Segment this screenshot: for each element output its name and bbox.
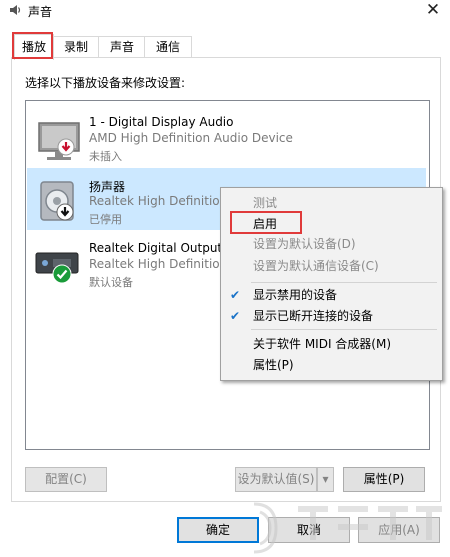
apply-button[interactable]: 应用(A) <box>358 517 440 543</box>
checkmark-icon: ✔ <box>230 288 241 302</box>
device-status: 未插入 <box>89 150 122 163</box>
menu-item-label: 测试 <box>253 196 278 210</box>
chevron-down-icon: ▾ <box>322 472 329 486</box>
menu-separator <box>251 282 437 283</box>
device-name: 扬声器 <box>89 180 126 194</box>
enable-highlight-box <box>230 211 302 234</box>
checkmark-icon: ✔ <box>230 309 241 323</box>
set-default-dropdown-button[interactable]: ▾ <box>317 467 334 492</box>
tab-communications[interactable]: 通信 <box>144 36 192 58</box>
menu-item-set-default-device[interactable]: 设置为默认设备(D) <box>221 234 442 254</box>
title-bar: 声音 ✕ <box>0 0 450 22</box>
menu-item-label: 属性(P) <box>253 358 294 372</box>
device-status: 默认设备 <box>89 276 133 289</box>
menu-item-show-disabled[interactable]: ✔ 显示禁用的设备 <box>221 285 442 305</box>
instruction-text: 选择以下播放设备来修改设置: <box>25 76 186 90</box>
menu-item-label: 设置为默认通信设备(C) <box>253 259 379 273</box>
disabled-badge-icon <box>56 203 74 221</box>
unplugged-badge-icon <box>57 138 75 156</box>
menu-item-label: 显示已断开连接的设备 <box>253 309 374 323</box>
tab-playback[interactable]: 播放 <box>14 34 54 60</box>
properties-button[interactable]: 属性(P) <box>343 467 425 492</box>
menu-item-set-default-comm-device[interactable]: 设置为默认通信设备(C) <box>221 256 442 276</box>
speaker-app-icon <box>10 5 21 15</box>
tab-recording[interactable]: 录制 <box>52 36 100 58</box>
ok-button[interactable]: 确定 <box>177 517 259 543</box>
window-title: 声音 <box>28 5 53 19</box>
device-name: Realtek Digital Output <box>89 241 223 255</box>
menu-item-label: 设置为默认设备(D) <box>253 237 356 251</box>
menu-item-label: 关于软件 MIDI 合成器(M) <box>253 337 392 351</box>
device-status: 已停用 <box>89 213 122 226</box>
menu-item-show-disconnected[interactable]: ✔ 显示已断开连接的设备 <box>221 306 442 326</box>
menu-item-about-midi[interactable]: 关于软件 MIDI 合成器(M) <box>221 334 442 354</box>
menu-item-label: 显示禁用的设备 <box>253 288 338 302</box>
menu-item-properties[interactable]: 属性(P) <box>221 355 442 375</box>
device-item-digital-display-audio[interactable]: 1 - Digital Display Audio AMD High Defin… <box>27 105 426 167</box>
device-description: Realtek High Definition <box>89 194 228 208</box>
tab-sounds[interactable]: 声音 <box>98 36 146 58</box>
device-name: 1 - Digital Display Audio <box>89 115 234 129</box>
set-default-button[interactable]: 设为默认值(S) <box>235 467 317 492</box>
close-button[interactable]: ✕ <box>416 0 450 22</box>
device-description: Realtek High Definition <box>89 257 228 271</box>
device-description: AMD High Definition Audio Device <box>89 131 293 145</box>
default-device-check-icon <box>52 264 72 284</box>
menu-separator <box>251 329 437 330</box>
menu-item-test[interactable]: 测试 <box>221 193 442 213</box>
cancel-button[interactable]: 取消 <box>268 517 350 543</box>
configure-button[interactable]: 配置(C) <box>25 467 107 492</box>
